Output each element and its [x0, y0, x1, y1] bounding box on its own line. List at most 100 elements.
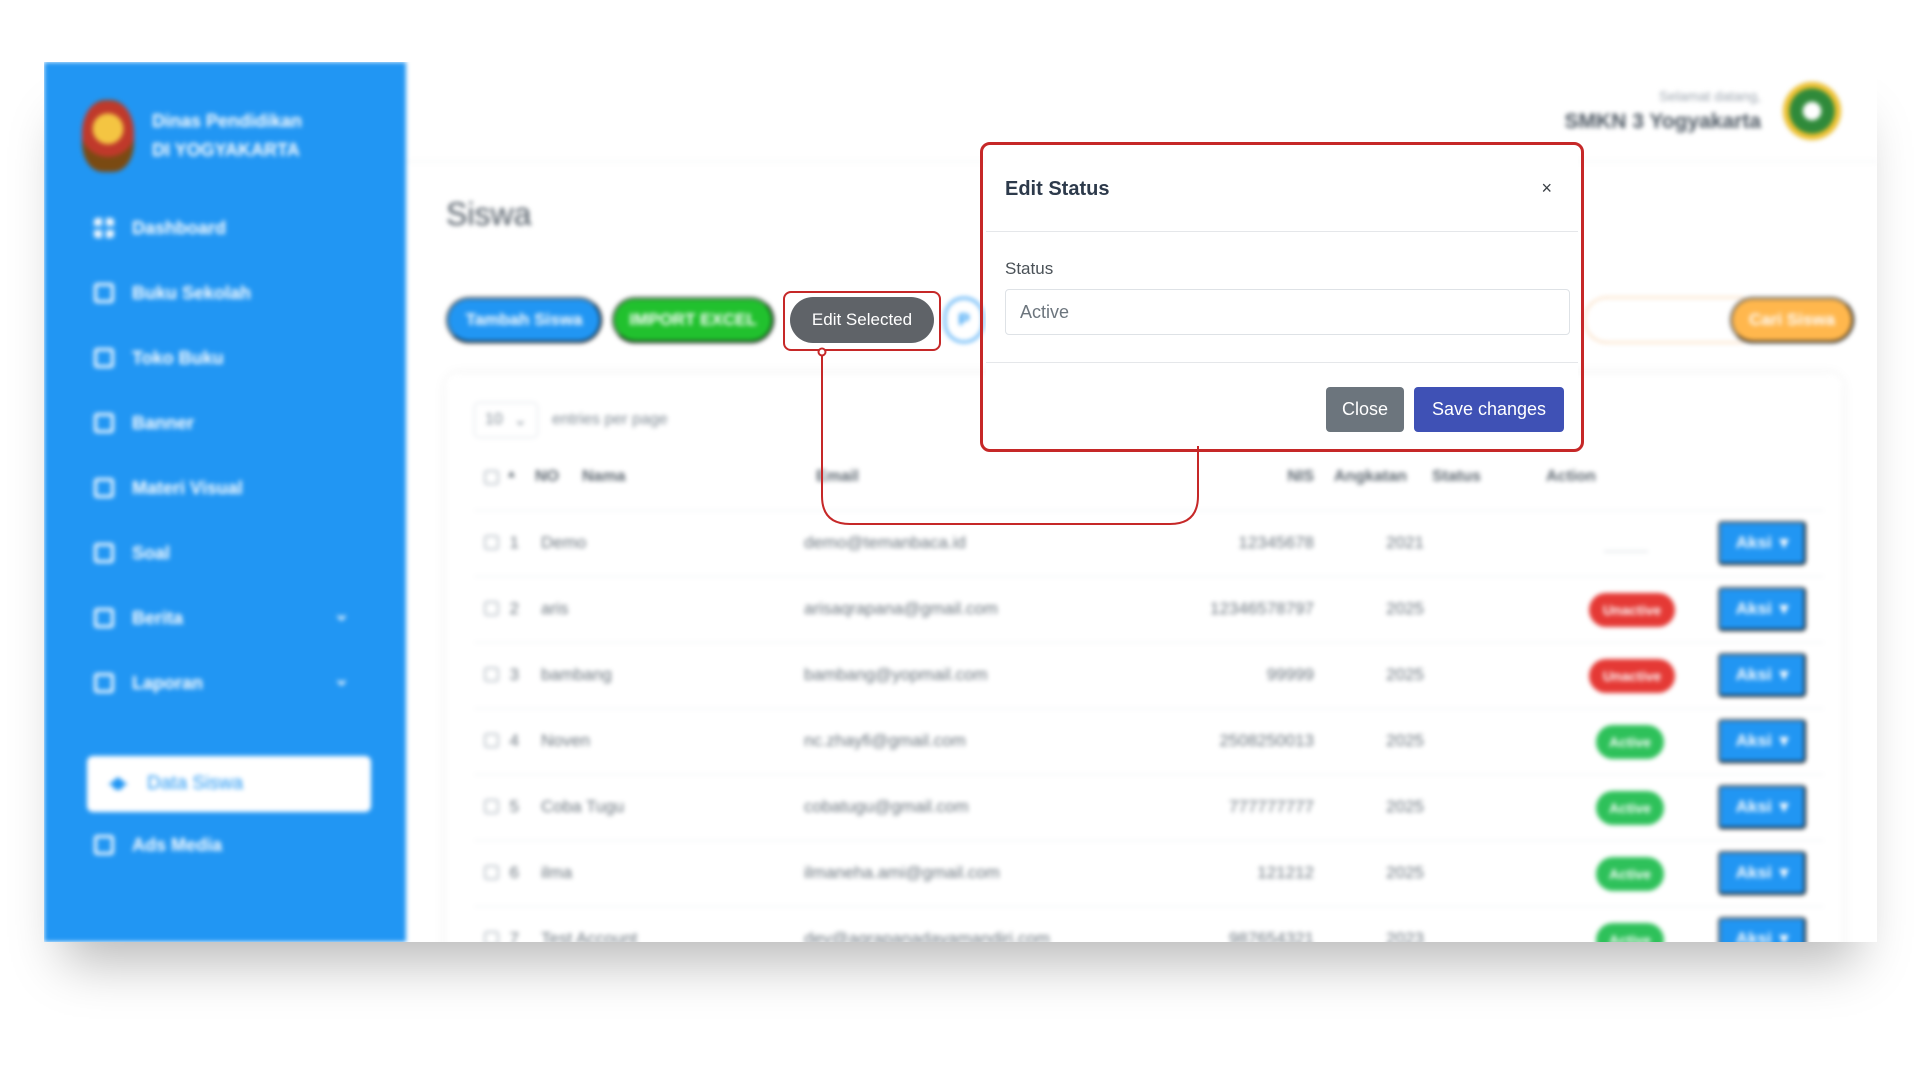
action-label: Aksi — [1735, 731, 1772, 750]
row-nis: 12346578797 — [1209, 599, 1314, 618]
row-email: arisaqrapana@gmail.com — [804, 599, 998, 618]
action-dropdown-button[interactable]: Aksi ▾ — [1718, 521, 1806, 565]
caret-down-icon: ▾ — [1779, 599, 1789, 618]
store-icon — [94, 348, 114, 368]
column-header-nis[interactable]: NIS — [1234, 468, 1314, 486]
sidebar-item-soal[interactable]: Soal — [94, 533, 170, 573]
row-checkbox[interactable] — [484, 601, 499, 616]
sidebar-item-toko-buku[interactable]: Toko Buku — [94, 338, 224, 378]
row-checkbox[interactable] — [484, 733, 499, 748]
sidebar-item-data-siswa[interactable]: Data Siswa — [87, 756, 371, 812]
sort-icon[interactable]: ▲ — [506, 468, 517, 480]
column-header-status[interactable]: Status — [1432, 468, 1481, 486]
action-label: Aksi — [1735, 533, 1772, 552]
row-checkbox[interactable] — [484, 667, 499, 682]
sidebar-item-label: Toko Buku — [132, 347, 224, 368]
caret-down-icon: ▾ — [1779, 731, 1789, 750]
row-email: ilmaneha.ami@gmail.com — [804, 863, 1000, 882]
row-no: 4 — [509, 731, 519, 750]
edit-status-modal: Edit Status × Status Active Close Save c… — [986, 148, 1578, 446]
avatar[interactable] — [1783, 82, 1841, 140]
row-checkbox[interactable] — [484, 931, 499, 942]
action-dropdown-button[interactable]: Aksi ▾ — [1718, 587, 1806, 631]
column-header-angkatan[interactable]: Angkatan — [1334, 468, 1407, 486]
status-field[interactable]: Active — [1005, 289, 1570, 335]
search-student-button[interactable]: Cari Siswa — [1730, 297, 1854, 343]
sidebar-item-materi-visual[interactable]: Materi Visual — [94, 468, 243, 508]
row-nama: Noven — [541, 731, 591, 750]
caret-down-icon: ▾ — [1779, 797, 1789, 816]
row-angkatan: 2025 — [1386, 863, 1424, 882]
row-nama: aris — [541, 599, 569, 618]
table-row: 2 aris arisaqrapana@gmail.com 12346578797 20… — [474, 576, 1824, 642]
sidebar-item-ads-media[interactable]: Ads Media — [94, 825, 222, 865]
row-nis: 12345678 — [1238, 533, 1314, 552]
status-badge: Active — [1596, 857, 1664, 891]
sidebar-item-laporan[interactable]: Laporan ⌄ — [94, 663, 354, 703]
column-header-no[interactable]: NO — [535, 468, 559, 486]
status-field-label: Status — [1005, 259, 1054, 278]
row-nama: Demo — [541, 533, 587, 552]
row-angkatan: 2025 — [1386, 797, 1424, 816]
school-name: SMKN 3 Yogyakarta — [1564, 110, 1761, 133]
row-checkbox[interactable] — [484, 865, 499, 880]
row-checkbox[interactable] — [484, 535, 499, 550]
row-nama: Test Account — [541, 929, 638, 942]
action-label: Aksi — [1735, 665, 1772, 684]
import-excel-button[interactable]: IMPORT EXCEL — [612, 297, 774, 343]
row-email: bambang@yopmail.com — [804, 665, 988, 684]
caret-down-icon: ▾ — [1779, 665, 1789, 684]
action-label: Aksi — [1735, 599, 1772, 618]
action-dropdown-button[interactable]: Aksi ▾ — [1718, 851, 1806, 895]
sidebar-item-berita[interactable]: Berita ⌄ — [94, 598, 354, 638]
row-no: 3 — [509, 665, 519, 684]
search-input[interactable] — [1584, 297, 1744, 343]
row-nis: 777777777 — [1228, 797, 1314, 816]
blurred-background: Dinas Pendidikan DI YOGYAKARTA Dashboard… — [44, 62, 1877, 942]
sidebar-item-buku-sekolah[interactable]: Buku Sekolah — [94, 273, 251, 313]
status-badge: Unactive — [1589, 593, 1675, 627]
row-no: 6 — [509, 863, 519, 882]
row-email: nc.zhayfi@gmail.com — [804, 731, 966, 750]
modal-header: Edit Status × — [986, 148, 1578, 232]
caret-down-icon: ▾ — [1779, 929, 1789, 942]
row-no: 5 — [509, 797, 519, 816]
sidebar-item-dashboard[interactable]: Dashboard — [94, 208, 226, 248]
row-checkbox[interactable] — [484, 799, 499, 814]
row-angkatan: 2025 — [1386, 665, 1424, 684]
brand-text: Dinas Pendidikan DI YOGYAKARTA — [152, 107, 302, 165]
entries-control: 10 ⌄ entries per page — [474, 402, 668, 438]
add-student-button[interactable]: Tambah Siswa — [446, 297, 602, 343]
modal-footer: Close Save changes — [986, 362, 1578, 446]
file-icon — [94, 478, 114, 498]
row-nama: Coba Tugu — [541, 797, 625, 816]
row-email: cobatugu@gmail.com — [804, 797, 969, 816]
page-title: Siswa — [446, 196, 532, 232]
close-button[interactable]: Close — [1326, 387, 1404, 432]
column-header-nama[interactable]: Nama — [582, 468, 626, 486]
dashboard-icon — [94, 218, 114, 238]
app-window: Dinas Pendidikan DI YOGYAKARTA Dashboard… — [44, 62, 1877, 942]
caret-down-icon: ▾ — [1779, 863, 1789, 882]
close-icon[interactable]: × — [1541, 178, 1552, 199]
sidebar-item-banner[interactable]: Banner — [94, 403, 194, 443]
brand: Dinas Pendidikan DI YOGYAKARTA — [82, 100, 302, 172]
action-dropdown-button[interactable]: Aksi ▾ — [1718, 785, 1806, 829]
news-icon — [94, 608, 114, 628]
sidebar-item-label: Ads Media — [132, 834, 223, 855]
action-dropdown-button[interactable]: Aksi ▾ — [1718, 917, 1806, 942]
row-nis: 987654321 — [1228, 929, 1314, 942]
caret-down-icon: ▾ — [1779, 533, 1789, 552]
table-row: 7 Test Account dev@aqrapanadayamandiri.com… — [474, 906, 1824, 942]
sidebar: Dinas Pendidikan DI YOGYAKARTA Dashboard… — [44, 62, 406, 942]
sidebar-item-label: Buku Sekolah — [132, 282, 252, 303]
edit-selected-button[interactable]: Edit Selected — [790, 297, 934, 343]
save-changes-button[interactable]: Save changes — [1414, 387, 1564, 432]
status-badge: Active — [1596, 791, 1664, 825]
select-all-checkbox[interactable] — [484, 470, 499, 485]
page-size-select[interactable]: 10 ⌄ — [474, 402, 538, 438]
partial-hidden-button[interactable]: P — [944, 297, 984, 343]
action-dropdown-button[interactable]: Aksi ▾ — [1718, 719, 1806, 763]
action-dropdown-button[interactable]: Aksi ▾ — [1718, 653, 1806, 697]
column-header-email[interactable]: Email — [816, 468, 859, 486]
